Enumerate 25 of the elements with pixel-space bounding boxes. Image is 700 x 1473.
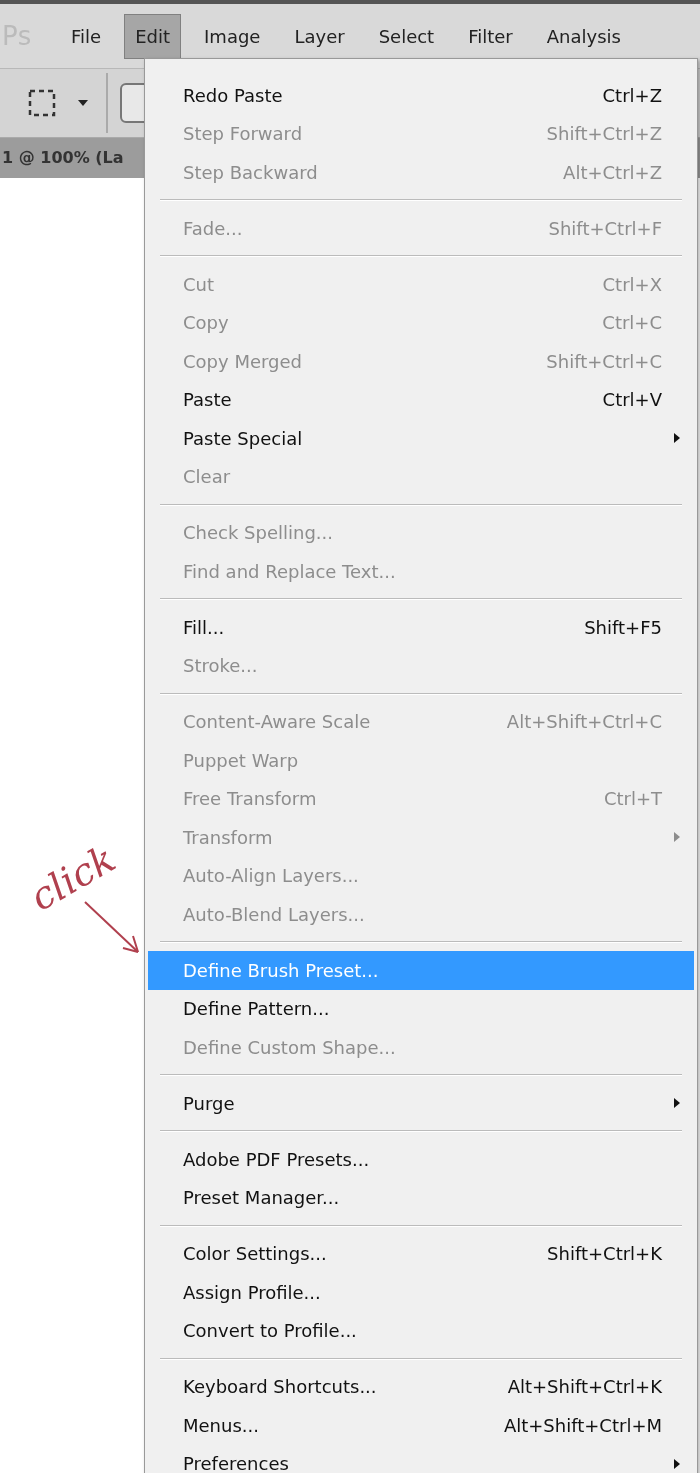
menu-item[interactable]: Color Settings... Shift+Ctrl+K [148,1234,694,1273]
menu-item[interactable]: Adobe PDF Presets... [148,1140,694,1179]
menu-bar-item[interactable]: File [60,13,113,59]
menu-item[interactable]: Keyboard Shortcuts... Alt+Shift+Ctrl+K [148,1367,694,1406]
menu-bar-item[interactable]: Filter [457,13,524,59]
caret-icon[interactable] [78,100,88,106]
menu-item[interactable]: Purge [148,1084,694,1123]
menu-bar-item[interactable]: Analysis [535,13,632,59]
menu-item[interactable]: Convert to Profile... [148,1311,694,1350]
handwritten-note: click [21,835,124,922]
menu-item[interactable]: Assign Profile... [148,1273,694,1312]
menu-bar-item[interactable]: Layer [283,13,356,59]
document-tab[interactable]: 1 @ 100% (La [0,146,124,170]
menu-item[interactable]: Paste Ctrl+V [148,380,694,419]
menu-item[interactable]: Menus... Alt+Shift+Ctrl+M [148,1406,694,1445]
menu-item[interactable]: Paste Special [148,419,694,458]
menu-bar-item[interactable]: Select [367,13,446,59]
marquee-icon[interactable] [28,89,56,117]
menu-item[interactable]: Fill... Shift+F5 [148,608,694,647]
menu-bar-item[interactable]: Edit [124,13,182,59]
menu-bar-item[interactable]: Image [193,13,272,59]
menu-item[interactable]: Preset Manager... [148,1178,694,1217]
menu-item[interactable]: Preferences [148,1444,694,1473]
menu-item[interactable]: Define Pattern... [148,989,694,1028]
menu-item[interactable]: Redo Paste Ctrl+Z [148,76,694,115]
